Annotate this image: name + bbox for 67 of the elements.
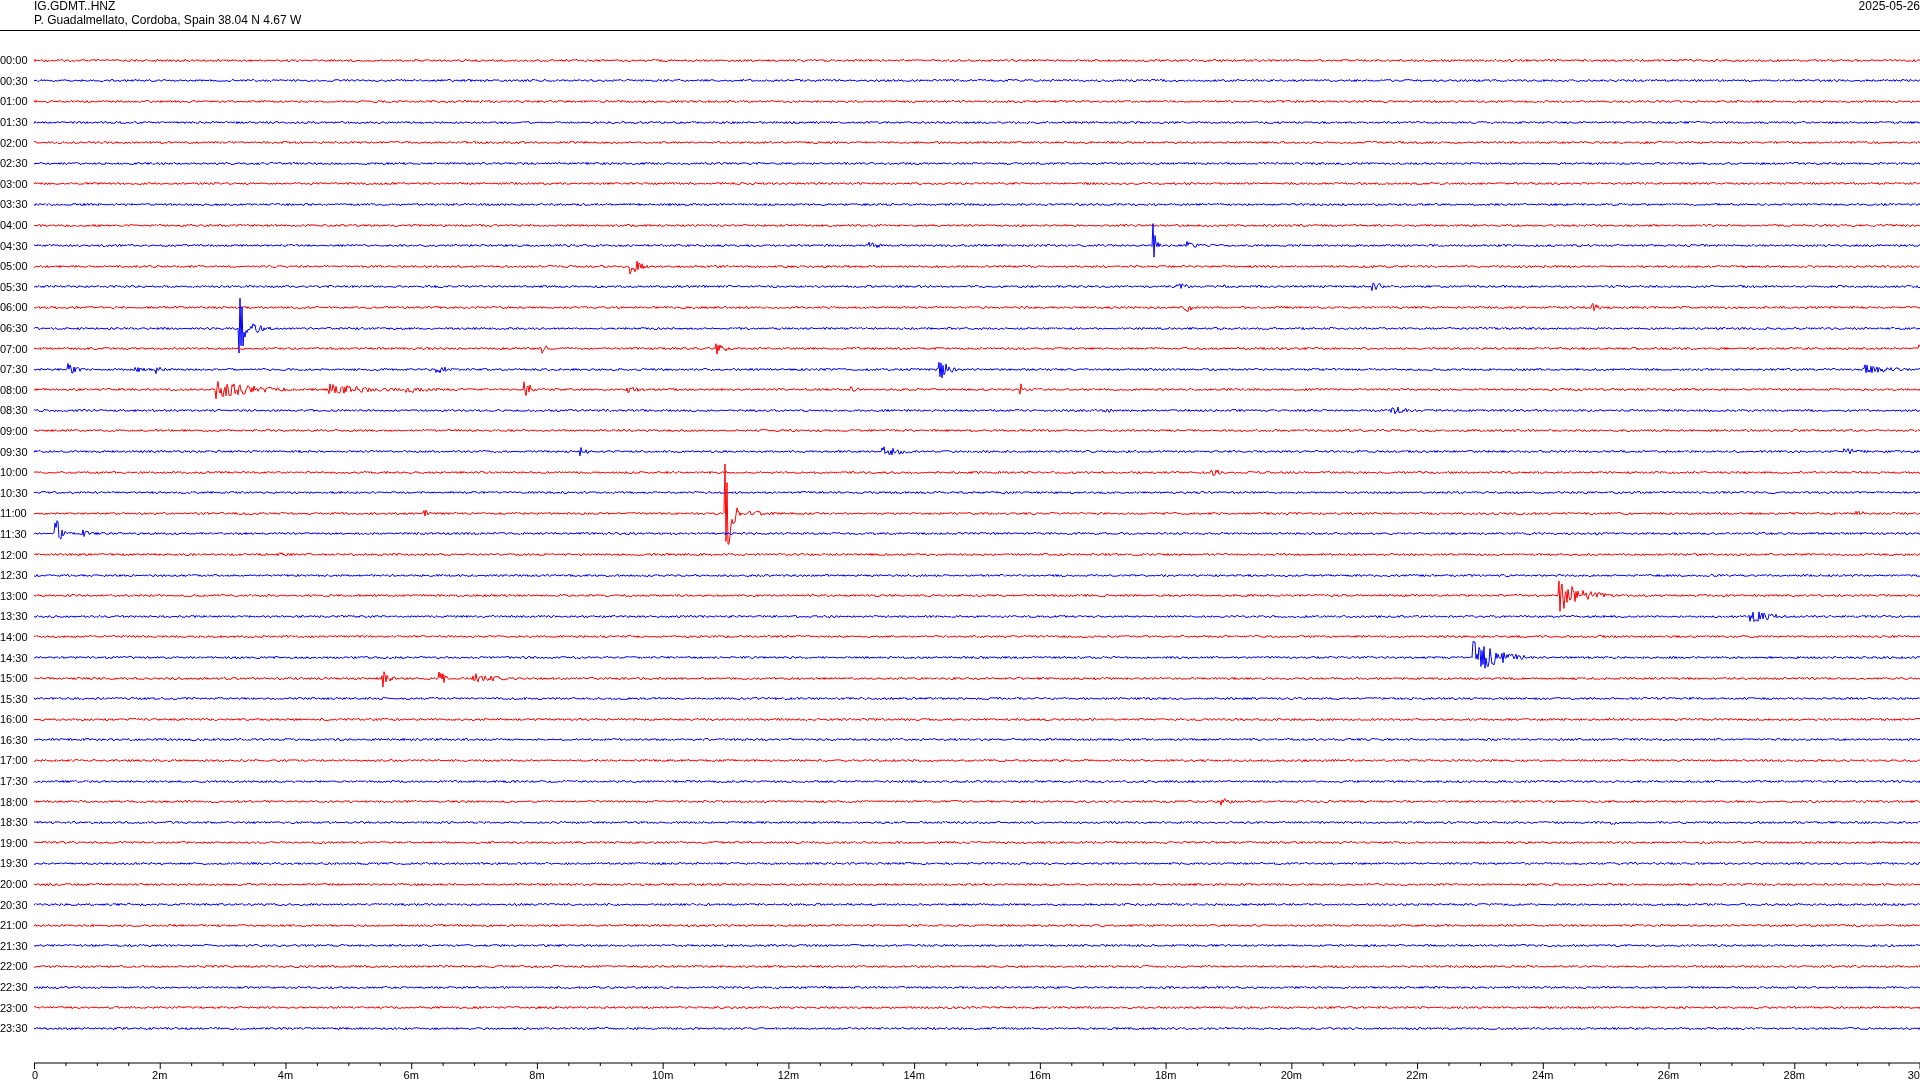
axis-label: 2m: [152, 1068, 168, 1080]
time-label: 02:30: [0, 157, 29, 170]
time-label: 03:30: [0, 198, 29, 211]
time-label: 23:30: [0, 1022, 29, 1035]
axis-label: 14m: [903, 1068, 925, 1080]
time-label: 17:30: [0, 775, 29, 788]
axis-label: 24m: [1532, 1068, 1554, 1080]
time-label: 16:30: [0, 733, 29, 746]
time-label: 05:30: [0, 280, 29, 293]
time-label: 22:00: [0, 960, 29, 973]
time-label: 11:30: [0, 527, 28, 540]
axis-label: 26m: [1657, 1068, 1680, 1080]
time-label: 03:00: [0, 177, 29, 190]
time-label: 19:00: [0, 836, 29, 849]
time-label: 15:00: [0, 672, 29, 685]
time-label: 10:00: [0, 466, 29, 479]
axis-label: 18m: [1154, 1068, 1177, 1080]
time-label: 17:00: [0, 754, 29, 767]
axis-label: 16m: [1029, 1068, 1051, 1080]
date-label: 2025-05-26: [1858, 0, 1920, 15]
time-label: 18:00: [0, 795, 29, 808]
time-label: 00:30: [0, 74, 29, 87]
station-location: P. Guadalmellato, Cordoba, Spain 38.04 N 4.67 W: [34, 14, 302, 27]
time-label: 06:00: [0, 301, 29, 314]
time-label: 07:00: [0, 342, 29, 355]
axis-label: 20m: [1280, 1068, 1303, 1080]
time-label: 09:30: [0, 445, 29, 458]
time-label: 23:00: [0, 1001, 29, 1014]
time-label: 01:30: [0, 116, 29, 129]
axis-label: 12m: [777, 1068, 800, 1080]
station-code: IG.GDMT..HNZ: [34, 0, 117, 13]
time-label: 20:00: [0, 878, 29, 891]
axis-label: 8m: [529, 1068, 545, 1080]
axis-label: 28m: [1783, 1068, 1805, 1080]
time-label: 12:30: [0, 569, 29, 582]
time-label: 00:00: [0, 54, 29, 67]
time-label: 06:30: [0, 322, 29, 334]
time-label: 11:00: [0, 507, 28, 520]
time-label: 04:00: [0, 219, 29, 232]
axis-label: 22m: [1406, 1068, 1428, 1080]
time-label: 07:30: [0, 363, 29, 376]
axis-label: 10m: [651, 1068, 674, 1080]
time-label: 05:00: [0, 260, 29, 273]
time-label: 13:00: [0, 589, 29, 602]
axis-label: 6m: [403, 1068, 419, 1080]
time-label: 14:00: [0, 630, 29, 643]
axis-label: 0: [32, 1068, 39, 1080]
time-label: 18:30: [0, 816, 29, 829]
time-label: 01:00: [0, 95, 29, 108]
time-label: 21:30: [0, 939, 29, 952]
time-label: 15:30: [0, 692, 29, 705]
time-label: 22:30: [0, 981, 29, 993]
time-label: 21:00: [0, 919, 29, 932]
time-label: 20:30: [0, 898, 29, 911]
time-label: 14:30: [0, 651, 29, 664]
time-label: 09:00: [0, 425, 29, 437]
time-label: 02:00: [0, 136, 29, 149]
time-label: 08:30: [0, 404, 29, 417]
time-label: 12:00: [0, 548, 29, 561]
axis-label: 30: [1907, 1068, 1920, 1080]
time-label: 10:30: [0, 486, 29, 499]
axis-label: 4m: [277, 1068, 294, 1080]
time-label: 19:30: [0, 857, 29, 870]
time-label: 13:30: [0, 610, 29, 623]
time-label: 04:30: [0, 239, 29, 252]
time-label: 08:00: [0, 383, 29, 396]
time-label: 16:00: [0, 713, 29, 726]
